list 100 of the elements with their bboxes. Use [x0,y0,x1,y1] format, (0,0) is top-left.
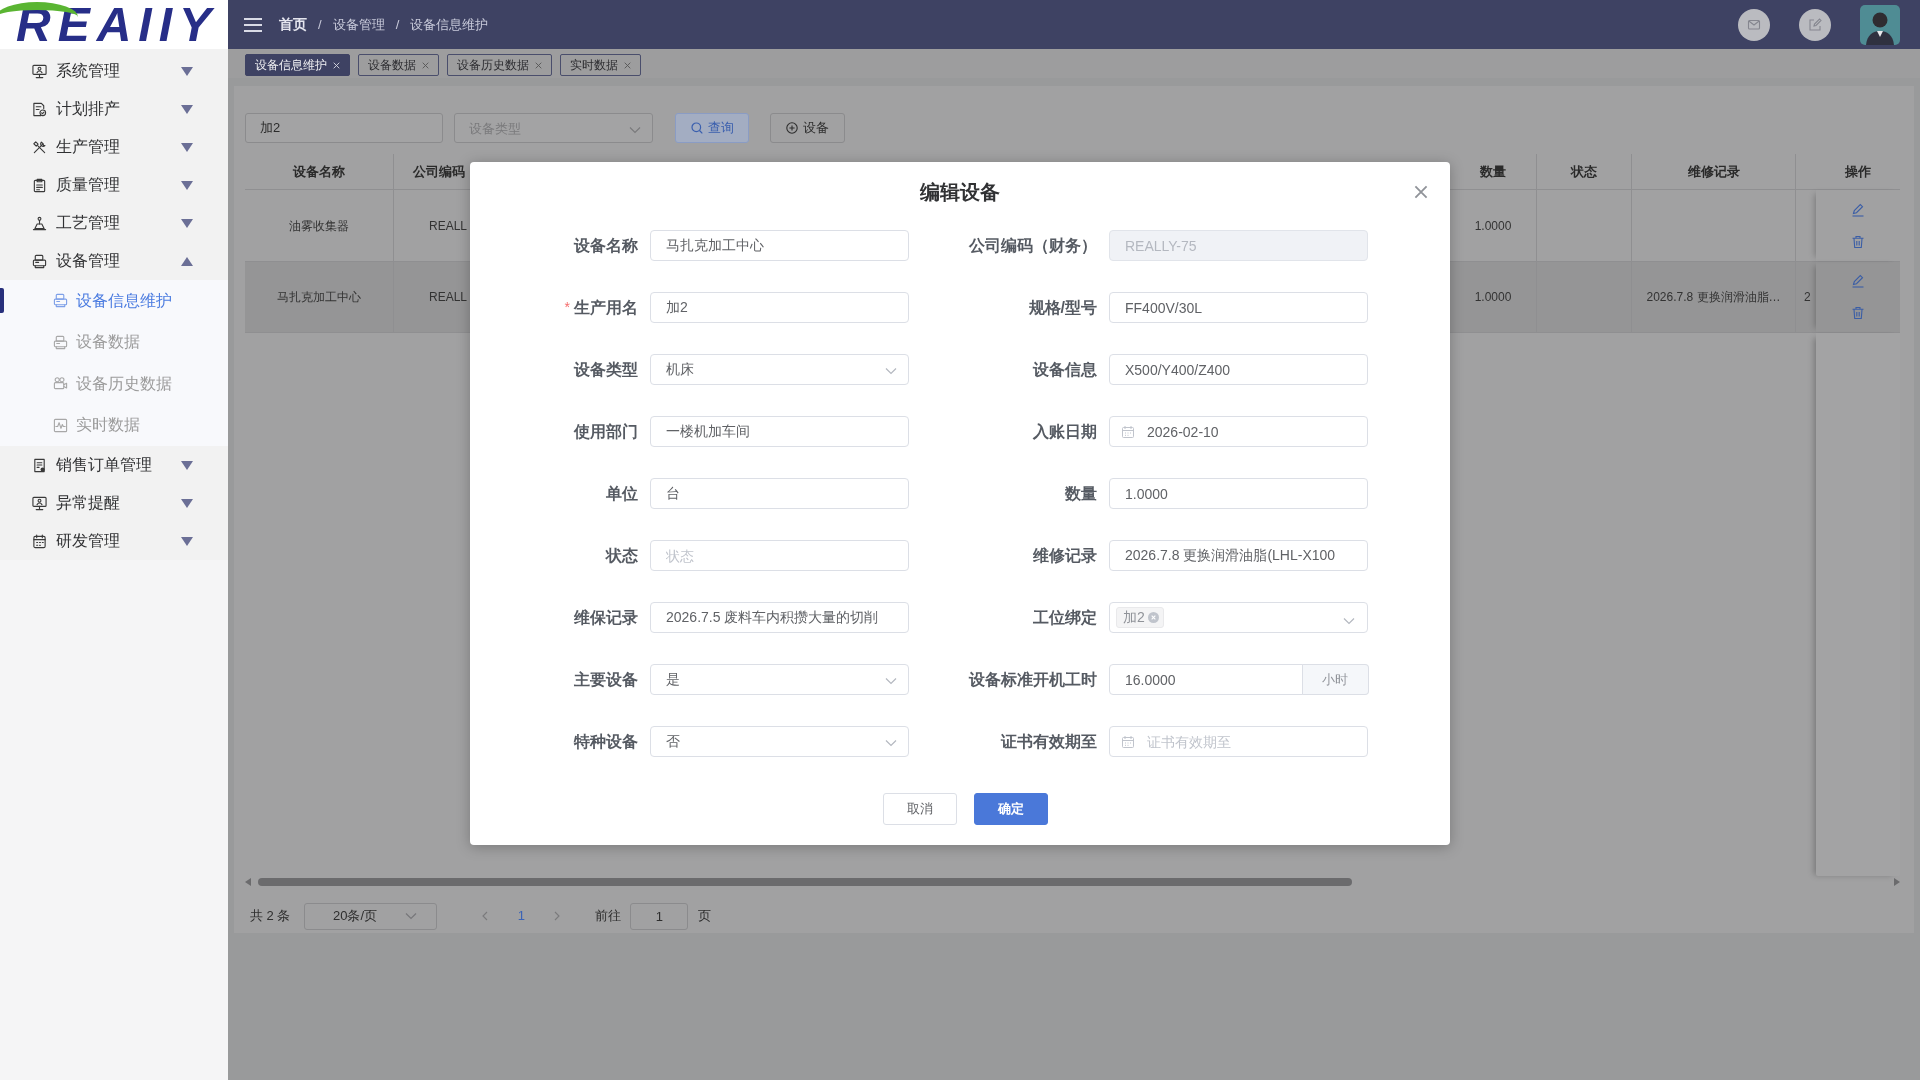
pencil-icon[interactable] [1851,202,1865,217]
search-icon [690,122,703,134]
field-label: 状态 [606,545,638,566]
chevron-down-icon[interactable] [885,677,897,685]
sidebar-item[interactable]: 设备管理 [0,242,228,280]
field-label: 公司编码（财务） [969,235,1097,256]
chevron-left-icon[interactable] [481,911,489,921]
tab[interactable]: 设备数据 [358,54,439,76]
unit-label: 小时 [1302,664,1369,695]
sidebar-item[interactable]: 系统管理 [0,52,228,90]
table-cell-text: REALL [428,289,469,306]
calendar-icon [1122,735,1134,748]
sidebar-item[interactable]: 工艺管理 [0,204,228,242]
table-cell-text: 马扎克加工中心 [276,289,362,306]
envelope-icon[interactable] [1738,8,1770,41]
breadcrumb-separator: / [395,15,400,34]
close-icon[interactable] [1414,185,1428,199]
table-cell-text: 1.0000 [1473,217,1513,235]
chevron-down-icon[interactable] [885,367,897,375]
page-input[interactable]: 1 [630,902,689,930]
chevron-down-icon[interactable] [885,739,897,747]
breadcrumb-separator: / [318,15,322,34]
table-cell-text: REALL [428,217,469,235]
select-field[interactable]: 否 [650,726,909,757]
caret-left-icon[interactable] [245,878,251,886]
chevron-right-icon[interactable] [554,911,562,921]
tab[interactable]: 设备信息维护 [245,54,350,76]
sidebar-item[interactable]: 研发管理 [0,522,228,560]
trash-icon[interactable] [1851,306,1865,320]
chevron-down-icon[interactable] [405,912,417,920]
trash-icon[interactable] [1851,234,1865,249]
input-field[interactable]: 台 [650,478,909,509]
column-header: 操作 [1844,162,1872,181]
field-label: 设备名称 [574,235,638,256]
input-field[interactable]: 加2 [650,292,909,323]
confirm-button[interactable]: 确定 [973,793,1048,825]
sidebar-item[interactable]: 生产管理 [0,128,228,166]
close-circle-icon[interactable] [1147,612,1159,623]
monitor-icon [32,63,47,79]
avatar-icon[interactable] [1860,4,1900,45]
column-header: 设备名称 [292,162,346,181]
field-label: 使用部门 [574,421,638,442]
input-field[interactable]: 2026.7.5 废料车内积攒大量的切削 [650,602,909,633]
input-field[interactable]: 16.0000 [1109,664,1303,695]
breadcrumb-link[interactable]: 首页 [279,14,307,35]
date-field[interactable]: 2026-02-10 [1109,416,1368,447]
date-field[interactable]: 证书有效期至 [1109,726,1368,757]
field-label: 设备信息 [1033,359,1097,380]
sidebar-item[interactable]: 销售订单管理 [0,446,228,484]
breadcrumb-current: 设备信息维护 [410,15,489,34]
document-check-icon [32,101,47,117]
add-button[interactable]: 设备 [770,113,845,143]
field-label: 特种设备 [574,731,638,752]
submenu-item[interactable]: 设备信息维护 [0,280,228,322]
input-field[interactable]: 1.0000 [1109,478,1368,509]
input-field[interactable]: 马扎克加工中心 [650,230,909,261]
monitor-icon [32,495,47,511]
clipboard-icon [32,177,47,193]
menu-icon[interactable] [243,16,263,33]
cancel-button[interactable]: 取消 [882,793,957,825]
scrollbar-thumb[interactable] [258,878,1352,886]
sidebar-item[interactable]: 异常提醒 [0,484,228,522]
table-cell-text: 2026.7.8 更换润滑油脂… [1645,289,1782,306]
field-label: 证书有效期至 [1001,731,1097,752]
chevron-down-icon[interactable] [629,126,641,134]
video-camera-icon [53,376,68,392]
total-count: 共 2 条 [250,907,291,926]
machine-icon [32,253,47,269]
field-label: 单位 [606,483,638,504]
field-label: 数量 [1065,483,1097,504]
close-icon[interactable] [535,61,542,69]
machine-icon [53,293,68,309]
input-field[interactable]: 2026.7.8 更换润滑油脂(LHL-X100 [1109,540,1368,571]
table-cell-text: 油雾收集器 [288,217,350,235]
field-label: 工位绑定 [1033,607,1097,628]
chevron-down-icon[interactable] [1343,616,1355,625]
calendar-icon [1122,425,1134,438]
input-field[interactable]: 一楼机加车间 [650,416,909,447]
field-label: 主要设备 [574,669,638,690]
input-field[interactable]: 状态 [650,540,909,571]
document-icon [32,457,47,473]
sidebar-item[interactable]: 质量管理 [0,166,228,204]
select-field[interactable]: 机床 [650,354,909,385]
input-field[interactable]: X500/Y400/Z400 [1109,354,1368,385]
close-icon[interactable] [422,61,429,69]
close-icon[interactable] [624,61,631,69]
column-header: 公司编码 [412,162,466,181]
breadcrumb-link[interactable]: 设备管理 [332,14,385,35]
tab[interactable]: 实时数据 [560,54,641,76]
column-header: 数量 [1479,162,1507,181]
column-header: 维修记录 [1686,162,1741,181]
select-field[interactable]: 是 [650,664,909,695]
pencil-icon[interactable] [1799,8,1831,41]
field-label: 入账日期 [1033,421,1097,442]
input-field[interactable]: FF400V/30L [1109,292,1368,323]
caret-right-icon[interactable] [1894,878,1900,886]
page-size-select[interactable]: 20条/页 [304,902,438,930]
search-field[interactable]: 加2 [245,113,443,143]
tab[interactable]: 设备历史数据 [447,54,552,76]
sidebar-item[interactable]: 计划排产 [0,90,228,128]
